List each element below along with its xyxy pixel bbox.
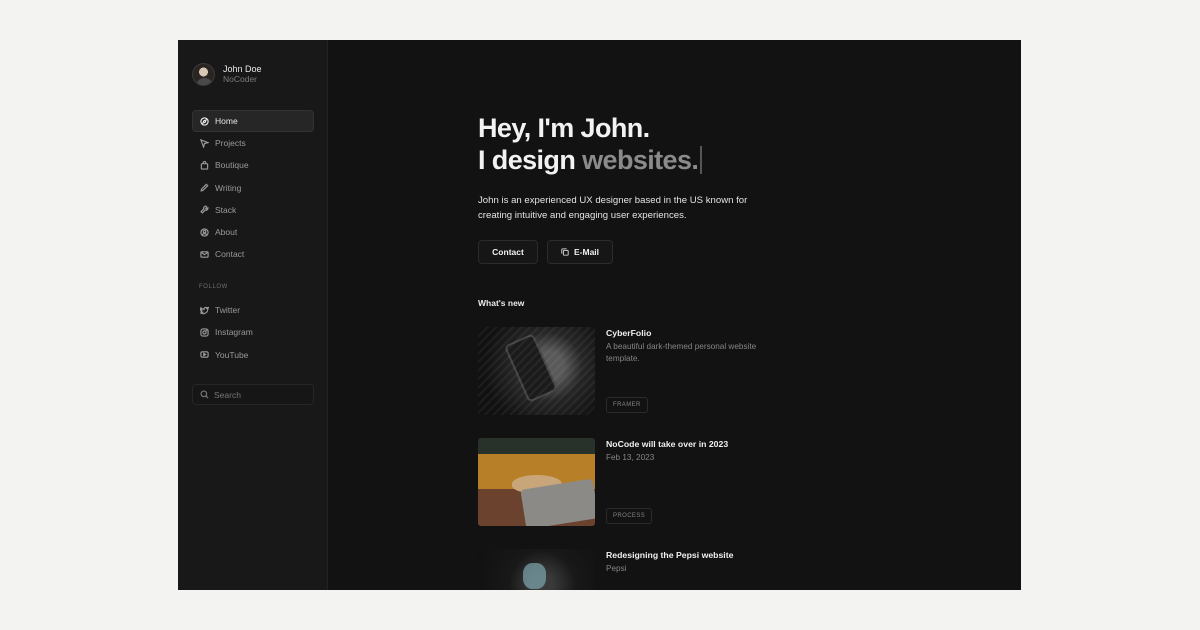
nav-item-label: Boutique (215, 160, 249, 171)
post-title: Redesigning the Pepsi website (606, 550, 734, 560)
compass-icon (200, 116, 209, 126)
nav-item-label: Stack (215, 204, 237, 215)
search-icon (200, 390, 209, 399)
sidebar: John Doe NoCoder Home Projects Boutique … (178, 40, 328, 590)
follow-heading: FOLLOW (199, 284, 228, 290)
nav-item-boutique[interactable]: Boutique (192, 155, 314, 175)
nav-item-label: Contact (215, 249, 245, 260)
user-circle-icon (200, 228, 209, 237)
twitter-icon (200, 305, 209, 315)
post-subtitle: A beautiful dark-themed personal website… (606, 342, 757, 363)
nav-item-label: Projects (215, 138, 246, 148)
pen-icon (200, 183, 209, 192)
hero: Hey, I'm John. I design websites. John i… (478, 112, 798, 264)
app-window: John Doe NoCoder Home Projects Boutique … (178, 40, 1021, 590)
wrench-icon (200, 205, 209, 215)
main-nav: Home Projects Boutique Writing Stack Abo… (192, 110, 314, 267)
avatar (192, 63, 215, 86)
nav-item-about[interactable]: About (192, 222, 314, 242)
nav-item-label: Twitter (215, 305, 241, 315)
nav-item-youtube[interactable]: YouTube (192, 345, 314, 365)
nav-item-writing[interactable]: Writing (192, 178, 314, 198)
post-card[interactable]: CyberFolio A beautiful dark-themed perso… (478, 327, 788, 416)
nav-item-projects[interactable]: Projects (192, 133, 314, 153)
hero-actions: Contact E-Mail (478, 240, 798, 264)
nav-item-instagram[interactable]: Instagram (192, 322, 314, 342)
nav-item-twitter[interactable]: Twitter (192, 300, 314, 320)
post-thumbnail (478, 438, 595, 526)
hero-description: John is an experienced UX designer based… (478, 195, 748, 221)
nav-item-label: About (215, 227, 238, 238)
whats-new-heading: What's new (478, 298, 525, 308)
profile[interactable]: John Doe NoCoder (192, 63, 262, 86)
contact-button[interactable]: Contact (478, 240, 538, 264)
hero-line-1: Hey, I'm John. (478, 113, 650, 143)
profile-role: NoCoder (223, 73, 258, 84)
nav-item-home[interactable]: Home (192, 110, 314, 132)
email-button-label: E-Mail (573, 247, 600, 257)
post-tag: FRAMER (606, 397, 648, 413)
mail-icon (200, 250, 209, 259)
hero-typed-word: websites. (582, 145, 699, 175)
post-thumbnail (478, 549, 595, 590)
instagram-icon (200, 328, 209, 337)
search-placeholder: Search (214, 389, 241, 400)
post-card[interactable]: NoCode will take over in 2023 Feb 13, 20… (478, 438, 788, 527)
post-title: CyberFolio (606, 328, 652, 338)
hero-line-2-prefix: I design (478, 145, 583, 175)
profile-text: John Doe NoCoder (223, 64, 262, 84)
social-nav: Twitter Instagram YouTube (192, 300, 314, 367)
post-subtitle: Pepsi (606, 564, 627, 573)
nav-item-label: Writing (215, 182, 242, 193)
send-icon (200, 138, 209, 148)
shopping-bag-icon (200, 160, 209, 170)
post-list: CyberFolio A beautiful dark-themed perso… (478, 327, 788, 590)
nav-item-label: YouTube (215, 349, 249, 360)
post-thumbnail (478, 327, 595, 415)
hero-heading: Hey, I'm John. I design websites. (478, 112, 798, 176)
youtube-icon (200, 350, 209, 359)
nav-item-stack[interactable]: Stack (192, 200, 314, 220)
typing-caret (700, 146, 703, 174)
post-tag: PROCESS (606, 508, 653, 524)
copy-icon (561, 248, 569, 256)
nav-item-label: Instagram (215, 327, 253, 338)
post-title: NoCode will take over in 2023 (606, 439, 729, 449)
main-content: Hey, I'm John. I design websites. John i… (328, 40, 1021, 590)
post-card[interactable]: Redesigning the Pepsi website Pepsi (478, 549, 788, 590)
search-input[interactable]: Search (192, 384, 314, 405)
post-subtitle: Feb 13, 2023 (606, 453, 655, 462)
nav-item-label: Home (215, 116, 238, 126)
nav-item-contact[interactable]: Contact (192, 244, 314, 264)
email-button[interactable]: E-Mail (547, 240, 613, 264)
